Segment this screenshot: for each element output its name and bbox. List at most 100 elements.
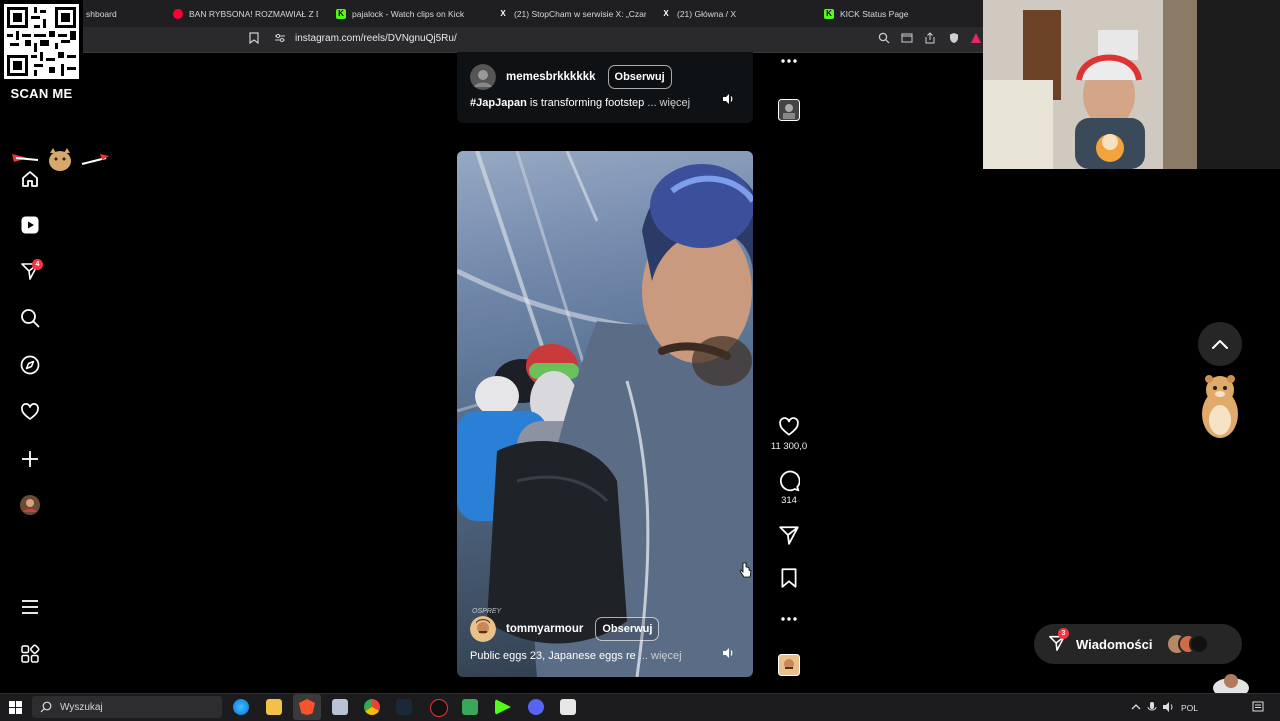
reel-author-row: tommyarmour Obserwuj: [470, 616, 660, 642]
follow-button[interactable]: Obserwuj: [595, 617, 660, 641]
chrome-icon[interactable]: [364, 699, 380, 715]
reel-card-current[interactable]: OSPREY tommyarmour Obserwuj Public eggs …: [457, 151, 753, 677]
caption-hashtag[interactable]: #JapJapan: [470, 97, 527, 109]
sidebar-item-explore[interactable]: [18, 353, 42, 377]
tab-label: (21) StopCham w serwisie X: „Czaro: [514, 8, 646, 19]
kick-icon: K: [824, 8, 834, 19]
sidebar-item-profile[interactable]: [18, 493, 42, 517]
more-dots-icon: [781, 617, 797, 621]
sidebar-item-apps[interactable]: [18, 642, 42, 666]
reel-video-frame[interactable]: [457, 151, 753, 677]
scroll-up-button[interactable]: [1198, 322, 1242, 366]
qr-code-icon: [4, 4, 79, 79]
plus-icon: [22, 451, 38, 467]
save-button[interactable]: [775, 567, 803, 589]
video-watermark: OSPREY: [472, 608, 502, 615]
taskbar-search[interactable]: Wyszukaj: [32, 696, 222, 718]
language-indicator[interactable]: POL: [1181, 703, 1198, 713]
sidebar-item-reels[interactable]: [18, 213, 42, 237]
kick-icon: K: [336, 8, 346, 19]
taskbar-search-placeholder: Wyszukaj: [60, 701, 103, 713]
install-app-icon[interactable]: [900, 32, 914, 46]
file-explorer-icon[interactable]: [266, 699, 282, 715]
site-settings-icon[interactable]: [273, 32, 287, 46]
windows-taskbar: Wyszukaj POL: [0, 693, 1280, 721]
apps-grid-icon: [21, 644, 40, 663]
zoom-icon[interactable]: [877, 32, 891, 46]
reel-caption[interactable]: Public eggs 23, Japanese eggs re ... wię…: [470, 650, 682, 662]
author-username[interactable]: memesbrkkkkkk: [506, 71, 596, 83]
youtube-icon: [173, 8, 183, 19]
browser-tab[interactable]: K pajalock - Watch clips on Kick: [336, 4, 486, 23]
microphone-icon[interactable]: [1147, 701, 1157, 713]
brave-shield-icon[interactable]: [947, 32, 961, 46]
like-count: 11 300,0: [770, 441, 808, 452]
more-link[interactable]: ... więcej: [639, 650, 682, 662]
browser-tab[interactable]: BAN RYBSONA! ROZMAWIAŁ Z D**E: [173, 4, 318, 23]
notifications-icon[interactable]: [1252, 701, 1264, 713]
speaker-icon[interactable]: [721, 92, 735, 106]
browser-tab[interactable]: shboard: [86, 4, 156, 23]
chevron-up-icon[interactable]: [1131, 703, 1141, 711]
volume-icon[interactable]: [1162, 701, 1175, 713]
comment-button[interactable]: 314: [775, 470, 803, 506]
heart-icon: [779, 417, 799, 436]
caption-text: Public eggs 23, Japanese eggs re: [470, 650, 636, 662]
tab-label: shboard: [86, 8, 117, 19]
audio-thumbnail-icon: [778, 99, 800, 121]
reel-caption[interactable]: #JapJapan is transforming footstep ... w…: [470, 97, 690, 109]
audio-thumbnail-icon: [778, 654, 800, 676]
speaker-icon[interactable]: [721, 646, 735, 660]
url-field[interactable]: instagram.com/reels/DVNgnuQj5Ru/: [295, 33, 457, 44]
messages-badge: 3: [1058, 628, 1069, 639]
sidebar-item-search[interactable]: [18, 306, 42, 330]
sidebar-item-notifications[interactable]: [18, 400, 42, 424]
browser-tab[interactable]: X (21) StopCham w serwisie X: „Czaro: [498, 4, 646, 23]
more-link[interactable]: ... więcej: [647, 97, 690, 109]
x-icon: X: [500, 9, 506, 18]
author-username[interactable]: tommyarmour: [506, 623, 583, 635]
messages-button[interactable]: 3 Wiadomości: [1034, 624, 1242, 664]
edge-icon[interactable]: [233, 699, 249, 715]
brave-rewards-icon[interactable]: [969, 32, 983, 46]
more-options-button-previous[interactable]: [775, 58, 803, 64]
app-icon[interactable]: [462, 699, 478, 715]
steam-icon[interactable]: [396, 699, 412, 715]
browser-tab[interactable]: K KICK Status Page: [824, 4, 974, 23]
kick-icon[interactable]: [495, 699, 511, 715]
tab-label: (21) Główna / X: [677, 8, 737, 19]
bookmark-icon[interactable]: [247, 32, 261, 46]
sidebar-item-home[interactable]: [18, 167, 42, 191]
messages-badge: 4: [32, 259, 43, 270]
hamburger-icon: [22, 600, 38, 614]
sidebar-item-messages[interactable]: 4: [18, 259, 43, 283]
author-avatar[interactable]: [470, 64, 496, 90]
share-icon[interactable]: [923, 32, 937, 46]
audio-thumbnail[interactable]: [775, 654, 803, 676]
share-button[interactable]: [775, 524, 803, 546]
reel-card-previous[interactable]: memesbrkkkkkk Obserwuj #JapJapan is tran…: [457, 52, 753, 123]
follow-button[interactable]: Obserwuj: [607, 65, 672, 89]
obs-icon[interactable]: [430, 699, 448, 717]
browser-tab[interactable]: X (21) Główna / X: [661, 4, 811, 23]
search-icon: [21, 309, 40, 328]
sidebar-item-more[interactable]: [18, 595, 42, 619]
mouse-cursor-icon: [739, 562, 752, 578]
send-icon: [779, 526, 799, 545]
audio-thumbnail-previous[interactable]: [775, 99, 803, 121]
webcam-side-panel: [1197, 0, 1280, 169]
windows-start-icon[interactable]: [9, 701, 22, 714]
qr-code-overlay: SCAN ME: [0, 0, 83, 105]
like-button[interactable]: 11 300,0: [771, 416, 807, 452]
app-icon[interactable]: [560, 699, 576, 715]
sidebar-item-create[interactable]: [18, 447, 42, 471]
discord-icon[interactable]: [528, 699, 544, 715]
scan-me-label: SCAN ME: [10, 86, 73, 101]
reel-author-row: memesbrkkkkkk Obserwuj: [470, 64, 672, 90]
more-options-button[interactable]: [775, 616, 803, 622]
author-avatar[interactable]: [470, 616, 496, 642]
app-icon[interactable]: [332, 699, 348, 715]
reels-icon: [21, 216, 39, 234]
caption-text: is transforming footstep: [526, 97, 645, 109]
hamster-sticker-icon: [1202, 375, 1238, 438]
